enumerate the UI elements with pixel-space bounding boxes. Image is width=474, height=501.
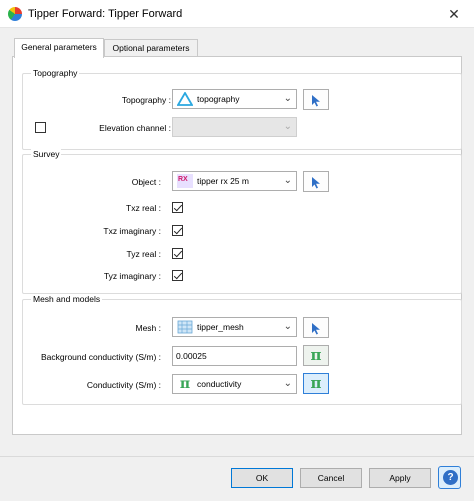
app-logo-icon [8,7,22,21]
survey-group-title: Survey [31,149,62,159]
general-parameters-panel: Topography Topography : topography ⌄ Ele… [12,56,462,435]
txz-real-label: Txz real : [126,203,161,213]
window-title: Tipper Forward: Tipper Forward [28,8,183,20]
object-pick-button[interactable] [303,171,329,192]
tyz-imaginary-checkbox[interactable] [172,270,183,281]
tyz-imaginary-label: Tyz imaginary : [103,271,161,281]
txz-real-checkbox[interactable] [172,202,183,213]
chevron-down-icon: ⌄ [283,321,292,332]
tab-optional-parameters[interactable]: Optional parameters [104,39,198,57]
conductivity-select[interactable]: π conductivity ⌄ [172,374,297,394]
apply-button[interactable]: Apply [369,468,431,488]
chevron-down-icon: ⌄ [283,93,292,104]
mesh-pick-button[interactable] [303,317,329,338]
topography-group-title: Topography [31,68,80,78]
object-label: Object : [131,177,161,187]
cursor-arrow-icon [312,323,320,335]
conductivity-label: Conductivity (S/m) : [86,380,161,390]
tab-general-parameters[interactable]: General parameters [14,38,104,58]
topography-group: Topography Topography : topography ⌄ Ele… [22,68,462,150]
conductivity-select-value: conductivity [197,379,242,389]
txz-imaginary-checkbox[interactable] [172,225,183,236]
elevation-channel-label: Elevation channel : [99,123,171,133]
chevron-down-icon: ⌄ [283,378,292,389]
topography-select[interactable]: topography ⌄ [172,89,297,109]
object-select-value: tipper rx 25 m [197,176,249,186]
help-icon: ? [443,470,458,485]
background-conductivity-constant-button[interactable]: π [303,345,329,366]
tyz-real-label: Tyz real : [126,249,161,259]
topography-label: Topography : [121,95,171,105]
object-select[interactable]: RX tipper rx 25 m ⌄ [172,171,297,191]
close-button[interactable]: ✕ [434,0,474,28]
mesh-and-models-group: Mesh and models Mesh : tipper_mesh ⌄ Bac… [22,294,462,405]
title-bar: Tipper Forward: Tipper Forward ✕ [0,0,474,28]
topography-pick-button[interactable] [303,89,329,110]
elevation-channel-select[interactable]: ⌄ [172,117,297,137]
receivers-icon: RX [177,174,193,188]
survey-group: Survey Object : RX tipper rx 25 m ⌄ Txz … [22,149,462,294]
pi-icon: π [179,376,191,392]
footer-divider [0,456,474,457]
cursor-arrow-icon [312,177,320,189]
mesh-label: Mesh : [135,323,161,333]
conductivity-constant-button[interactable]: π [303,373,329,394]
background-conductivity-input[interactable]: 0.00025 [172,346,297,366]
tyz-real-checkbox[interactable] [172,248,183,259]
mesh-select[interactable]: tipper_mesh ⌄ [172,317,297,337]
chevron-down-icon: ⌄ [283,121,292,132]
chevron-down-icon: ⌄ [283,175,292,186]
cancel-button[interactable]: Cancel [300,468,362,488]
cursor-arrow-icon [312,95,320,107]
mesh-and-models-group-title: Mesh and models [31,294,103,304]
mesh-select-value: tipper_mesh [197,322,244,332]
topography-surface-icon [177,92,193,106]
txz-imaginary-label: Txz imaginary : [103,226,161,236]
topography-select-value: topography [197,94,240,104]
background-conductivity-label: Background conductivity (S/m) : [41,352,161,362]
help-button[interactable]: ? [438,466,461,489]
ok-button[interactable]: OK [231,468,293,488]
mesh-grid-icon [177,320,193,334]
